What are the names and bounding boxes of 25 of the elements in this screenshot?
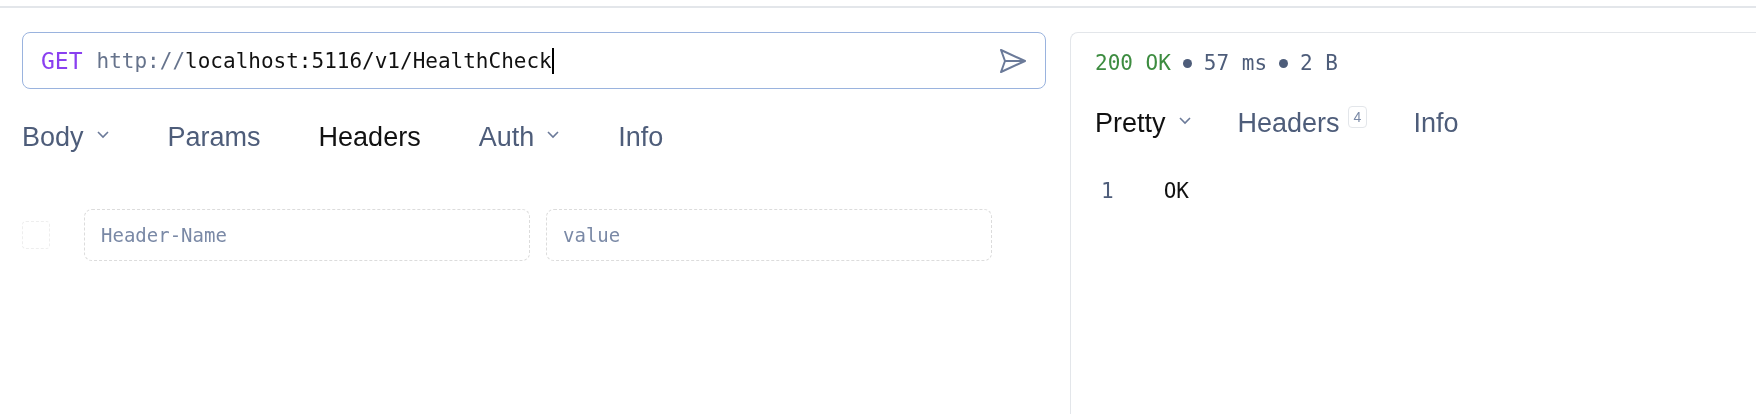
request-tab[interactable]: Body bbox=[22, 115, 110, 159]
separator-dot-icon bbox=[1182, 58, 1192, 68]
request-tab[interactable]: Info bbox=[618, 115, 664, 159]
separator-dot-icon bbox=[1279, 58, 1289, 68]
request-tab[interactable]: Headers bbox=[318, 115, 421, 159]
time-text: 57 ms bbox=[1203, 51, 1268, 75]
method-label[interactable]: GET bbox=[41, 47, 83, 74]
url-bar[interactable]: GET http://localhost:5116/v1/HealthCheck bbox=[22, 32, 1046, 89]
size-text: 2 B bbox=[1300, 51, 1338, 75]
request-tab[interactable]: Auth bbox=[478, 115, 561, 159]
request-tab[interactable]: Params bbox=[167, 115, 261, 159]
line-number: 1 bbox=[1101, 179, 1114, 203]
response-tab[interactable]: Pretty bbox=[1095, 101, 1192, 145]
chevron-icon bbox=[95, 129, 110, 139]
header-name-field[interactable]: Header-Name bbox=[84, 209, 530, 261]
chevron-icon bbox=[1177, 115, 1192, 125]
url-text: http://localhost:5116/v1/HealthCheck bbox=[96, 48, 552, 73]
code-text: OK bbox=[1163, 179, 1189, 203]
chevron-icon bbox=[546, 129, 561, 139]
send-icon[interactable] bbox=[999, 47, 1027, 74]
response-tab[interactable]: Info bbox=[1413, 101, 1459, 145]
header-value-field[interactable]: value bbox=[546, 209, 992, 261]
count-badge: 4 bbox=[1347, 106, 1368, 128]
response-tab[interactable]: Headers 4 bbox=[1237, 101, 1368, 145]
status-text: 200 OK bbox=[1095, 51, 1171, 75]
